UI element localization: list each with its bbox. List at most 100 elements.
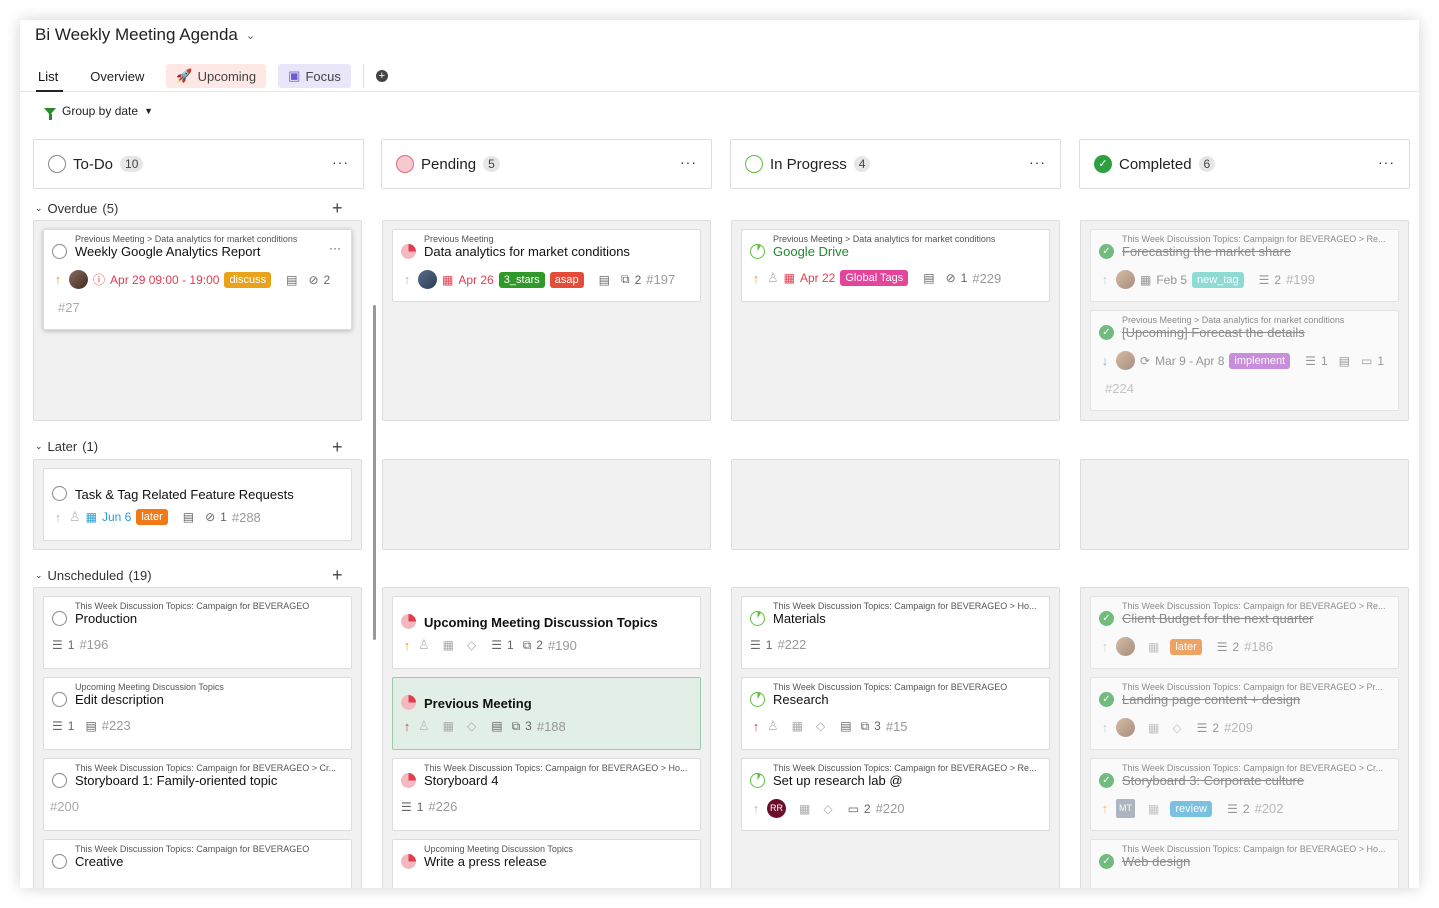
avatar[interactable]: MT — [1116, 799, 1135, 818]
task-card[interactable]: Previous Meeting ↑ ♙ ▦ ◇ ▤ ⧉ 3 #188 — [392, 677, 701, 750]
tag-icon[interactable]: ◇ — [467, 638, 476, 652]
task-checkbox[interactable] — [52, 611, 67, 626]
column-header-in-progress[interactable]: In Progress 4 ··· — [730, 139, 1061, 189]
chevron-down-icon[interactable]: ⌄ — [246, 29, 255, 42]
task-title[interactable]: Previous Meeting — [424, 696, 532, 711]
tag-badge[interactable]: Global Tags — [840, 270, 909, 286]
task-title[interactable]: Set up research lab @ — [773, 773, 903, 788]
assignee-icon[interactable]: ♙ — [418, 637, 430, 653]
task-title[interactable]: Landing page content + design — [1122, 692, 1300, 707]
tag-icon[interactable]: ◇ — [816, 719, 825, 733]
task-title[interactable]: Edit description — [75, 692, 164, 707]
task-title[interactable]: Client Budget for the next quarter — [1122, 611, 1314, 626]
section-unscheduled[interactable]: ⌄ Unscheduled (19) — [35, 568, 152, 583]
task-checkbox[interactable] — [750, 611, 765, 626]
task-checkbox[interactable] — [52, 692, 67, 707]
assignee-icon[interactable]: ♙ — [767, 270, 779, 286]
column-header-completed[interactable]: ✓ Completed 6 ··· — [1079, 139, 1410, 189]
more-icon[interactable]: ··· — [1029, 154, 1046, 170]
task-checkbox[interactable]: ✓ — [1099, 611, 1114, 626]
task-checkbox[interactable] — [52, 854, 67, 869]
task-checkbox[interactable] — [401, 244, 416, 259]
section-overdue[interactable]: ⌄ Overdue (5) — [35, 201, 118, 216]
due-date[interactable]: Mar 9 - Apr 8 — [1155, 354, 1224, 368]
tag-badge[interactable]: later — [1170, 638, 1202, 655]
calendar-icon[interactable]: ▦ — [1148, 721, 1159, 735]
task-checkbox[interactable] — [52, 486, 67, 501]
tag-icon[interactable]: ◇ — [467, 719, 476, 733]
priority-icon[interactable]: ↑ — [1099, 639, 1111, 654]
add-task-overdue-icon[interactable]: + — [332, 198, 343, 219]
more-icon[interactable]: ··· — [680, 154, 697, 170]
task-checkbox[interactable]: ✓ — [1099, 244, 1114, 259]
priority-icon[interactable]: ↑ — [750, 801, 762, 816]
task-title[interactable]: Production — [75, 611, 137, 626]
tag-badge[interactable]: discuss — [224, 271, 272, 288]
calendar-icon[interactable]: ▦ — [792, 719, 803, 733]
task-title[interactable]: Storyboard 1: Family-oriented topic — [75, 773, 277, 788]
tag-badge[interactable]: asap — [549, 271, 584, 288]
tag-icon[interactable]: ◇ — [1172, 721, 1181, 735]
task-title[interactable]: Storyboard 3: Corporate culture — [1122, 773, 1304, 788]
add-task-unscheduled-icon[interactable]: + — [332, 565, 343, 586]
task-checkbox[interactable] — [401, 614, 416, 629]
task-checkbox[interactable] — [401, 773, 416, 788]
task-card[interactable]: Task & Tag Related Feature Requests ↑ ♙ … — [43, 468, 352, 541]
task-card[interactable]: This Week Discussion Topics: Campaign fo… — [392, 758, 701, 831]
priority-low-icon[interactable]: ↓ — [1099, 353, 1111, 368]
priority-icon[interactable]: ↑ — [401, 272, 413, 287]
task-card[interactable]: Upcoming Meeting Discussion Topics Edit … — [43, 677, 352, 750]
priority-urgent-icon[interactable]: ↑ — [750, 719, 762, 734]
task-card[interactable]: This Week Discussion Topics: Campaign fo… — [1090, 758, 1399, 831]
task-checkbox[interactable] — [401, 695, 416, 710]
task-title[interactable]: Data analytics for market conditions — [424, 244, 630, 259]
priority-icon[interactable]: ↑ — [1099, 720, 1111, 735]
tab-overview[interactable]: Overview — [80, 65, 154, 88]
priority-high-icon[interactable]: ↑ — [1099, 801, 1111, 816]
calendar-icon[interactable]: ▦ — [1148, 802, 1159, 816]
task-card[interactable]: This Week Discussion Topics: Campaign fo… — [1090, 839, 1399, 888]
avatar[interactable] — [1116, 637, 1135, 656]
task-card[interactable]: This Week Discussion Topics: Campaign fo… — [43, 596, 352, 669]
task-title[interactable]: Storyboard 4 — [424, 773, 498, 788]
add-task-later-icon[interactable]: + — [332, 437, 343, 458]
task-card[interactable]: Upcoming Meeting Discussion Topics Write… — [392, 839, 701, 888]
task-checkbox[interactable]: ✓ — [1099, 692, 1114, 707]
assignee-icon[interactable]: ♙ — [418, 718, 430, 734]
tag-badge[interactable]: later — [136, 509, 168, 525]
tab-upcoming[interactable]: 🚀 Upcoming — [166, 64, 267, 88]
section-later[interactable]: ⌄ Later (1) — [35, 439, 98, 454]
task-checkbox[interactable] — [401, 854, 416, 869]
add-tab-icon[interactable]: + — [375, 70, 388, 82]
calendar-icon[interactable]: ▦ — [443, 719, 454, 733]
group-by-dropdown[interactable]: Group by date ▼ — [44, 104, 153, 120]
assignee-icon[interactable]: ♙ — [69, 509, 81, 525]
task-title[interactable]: Materials — [773, 611, 826, 626]
task-card[interactable]: This Week Discussion Topics: Campaign fo… — [1090, 596, 1399, 669]
page-title[interactable]: Bi Weekly Meeting Agenda ⌄ — [35, 25, 255, 45]
avatar[interactable] — [418, 270, 437, 289]
task-title[interactable]: Upcoming Meeting Discussion Topics — [424, 615, 658, 630]
task-title[interactable]: Research — [773, 692, 829, 707]
tab-focus[interactable]: ▣ Focus — [278, 64, 351, 88]
task-card[interactable]: This Week Discussion Topics: Campaign fo… — [43, 758, 352, 831]
priority-icon[interactable]: ↑ — [1099, 272, 1111, 287]
task-title[interactable]: Weekly Google Analytics Report — [75, 244, 260, 259]
todo-column-scrollbar[interactable] — [373, 305, 376, 640]
task-title[interactable]: Write a press release — [424, 854, 547, 869]
task-card[interactable]: This Week Discussion Topics: Campaign fo… — [741, 596, 1050, 669]
tag-icon[interactable]: ◇ — [823, 802, 832, 816]
avatar[interactable] — [69, 270, 88, 289]
task-title[interactable]: Task & Tag Related Feature Requests — [75, 487, 294, 502]
avatar[interactable] — [1116, 270, 1135, 289]
due-date[interactable]: Apr 29 09:00 - 19:00 — [110, 273, 219, 287]
more-icon[interactable]: ··· — [1378, 154, 1395, 170]
task-card[interactable]: Previous Meeting > Data analytics for ma… — [43, 229, 352, 330]
column-header-todo[interactable]: To-Do 10 ··· — [33, 139, 364, 189]
tag-badge[interactable]: 3_stars — [498, 271, 545, 288]
priority-icon[interactable]: ↑ — [52, 510, 64, 525]
more-icon[interactable]: ··· — [332, 154, 349, 170]
task-card[interactable]: This Week Discussion Topics: Campaign fo… — [1090, 229, 1399, 302]
due-date[interactable]: Apr 26 — [458, 273, 493, 287]
avatar[interactable]: RR — [767, 799, 786, 818]
